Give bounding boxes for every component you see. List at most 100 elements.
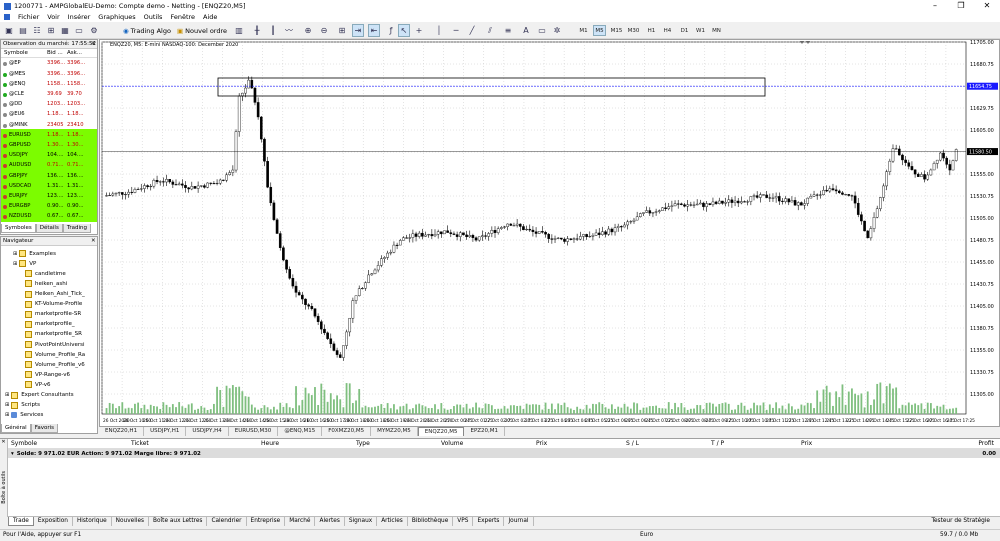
shapes-icon[interactable]: ✲ [551,24,563,37]
market-watch-row[interactable]: GBPUSD 1.30... 1.30... [1,139,97,151]
tab-trading[interactable]: Trading [62,224,92,233]
toolbox-tab[interactable]: Journal [504,517,534,526]
timeframe-h1[interactable]: H1 [645,25,658,36]
market-watch-row[interactable]: AUDUSD 0.71... 0.71... [1,160,97,171]
close-navigator-icon[interactable]: ✕ [91,238,96,244]
market-watch-row[interactable]: @EP 3396... 3396... [1,58,97,69]
expand-icon[interactable]: ⊞ [13,251,17,257]
toolbox-tab[interactable]: VPS [453,517,474,526]
menu-2[interactable]: Insérer [68,13,91,21]
tab-favorites[interactable]: Favoris [30,424,58,433]
new-order-button[interactable]: ▣ Nouvel ordre [174,24,230,37]
navigator-item[interactable]: candletime [25,269,66,278]
balance-expand-icon[interactable]: ▾ [11,451,14,457]
indicators-icon[interactable]: ƒ [385,24,397,37]
chart-canvas[interactable]: 11705.00 11680.75 11654.75 11629.75 11605.00… [100,40,999,426]
expand-icon[interactable]: ⊞ [5,402,9,408]
trade-col-3[interactable]: Type [353,440,438,447]
chart-tab[interactable]: @ENQ,M15 [278,427,323,436]
navigator-item[interactable]: Heiken_Ashi_Tick_ [25,289,85,298]
chart-shift-icon[interactable]: ⇤ [368,24,380,37]
navigator-item[interactable]: marketprofile_ [25,320,75,329]
navigator-item[interactable]: ⊞ VP [13,259,36,268]
timeframe-m15[interactable]: M15 [609,25,624,36]
market-watch-row[interactable]: @ENQ 1158... 1158... [1,78,97,90]
toolbox-tab[interactable]: Exposition [34,517,73,526]
chart-tab[interactable]: USDJPY,H1 [144,427,187,436]
maximize-button[interactable]: ❐ [948,0,974,12]
trade-col-5[interactable]: Prix [533,440,623,447]
chart-tab[interactable]: ENQZ20,M5 [417,427,465,436]
navigator-item[interactable]: ⊞ Examples [13,249,56,258]
market-watch-icon[interactable]: ☷ [31,24,43,37]
label-icon[interactable]: ▭ [536,24,548,37]
trade-col-2[interactable]: Heure [258,440,353,447]
market-watch-row[interactable]: EURGBP 0.90... 0.90... [1,200,97,212]
market-watch-row[interactable]: USDCAD 1.31... 1.31... [1,180,97,192]
crosshair-icon[interactable]: + [413,24,425,37]
timeframe-w1[interactable]: W1 [694,25,707,36]
tab-details[interactable]: Détails [35,224,63,233]
bar-chart-icon[interactable]: ╫ [251,24,263,37]
trade-col-9[interactable]: Profit [888,440,1000,447]
col-symbol[interactable]: Symbole [1,50,47,56]
navigator-item[interactable]: Volume_Profile_v6 [25,360,85,369]
profiles-icon[interactable]: ▤ [17,24,29,37]
toolbox-tab[interactable]: Historique [73,517,112,526]
trade-col-1[interactable]: Ticket [128,440,258,447]
autoscroll-icon[interactable]: ⇥ [352,24,364,37]
market-watch-row[interactable]: NZDUSD 0.67... 0.67... [1,211,97,222]
toolbox-tab[interactable]: Boîte aux Lettres [149,517,208,526]
expand-icon[interactable]: ⊞ [13,261,17,267]
cursor-icon[interactable]: ↖ [398,24,410,37]
toolbox-tab[interactable]: Calendrier [207,517,247,526]
toolbox-tab[interactable]: Entreprise [247,517,286,526]
data-window-icon[interactable]: ⊞ [45,24,57,37]
market-watch-row[interactable]: GBPJPY 136.... 136.... [1,170,97,181]
toolbox-tab[interactable]: Trade [8,517,34,526]
navigator-icon[interactable]: ▦ [59,24,71,37]
trade-col-0[interactable]: Symbole [8,440,128,447]
trading-algo-button[interactable]: ◉ Trading Algo [120,24,174,37]
market-watch-row[interactable]: @MINK 23405 23410 [1,119,97,130]
chart-tab[interactable]: F0XMZ20,M5 [322,427,372,436]
tester-icon[interactable]: ⚙ [88,24,100,37]
close-panel-icon[interactable]: ✕ [91,41,96,47]
market-watch-row[interactable]: @MES 3396... 3396... [1,68,97,79]
timeframe-d1[interactable]: D1 [678,25,691,36]
chart-tab[interactable]: EURUSD,M30 [229,427,279,436]
navigator-item[interactable]: ⊞ Expert Consultants [5,390,74,399]
text-icon[interactable]: A [520,24,532,37]
timeframe-h4[interactable]: H4 [661,25,674,36]
vline-icon[interactable]: │ [433,24,445,37]
tab-general[interactable]: Général [1,424,31,433]
chart-tab[interactable]: ENQZ20,H1 [99,427,145,436]
menu-3[interactable]: Graphiques [98,13,135,21]
timeframe-m30[interactable]: M30 [626,25,641,36]
navigator-item[interactable]: PivotPointUniversi [25,340,85,349]
trade-col-8[interactable]: Prix [798,440,888,447]
toolbox-side-tab[interactable]: ✕ Boîte à outils [0,439,8,517]
chart-tab[interactable]: USDJPY,H4 [186,427,229,436]
timeframe-m5[interactable]: M5 [593,25,606,36]
toolbox-tab[interactable]: Articles [377,517,408,526]
toolbox-close-icon[interactable]: ✕ [0,439,7,445]
trendline-icon[interactable]: ╱ [466,24,478,37]
navigator-item[interactable]: KT-Volume-Profile [25,300,82,309]
trade-col-4[interactable]: Volume [438,440,533,447]
minimize-button[interactable]: – [922,0,948,12]
expand-icon[interactable]: ⊞ [5,412,9,418]
menu-1[interactable]: Voir [47,13,59,21]
navigator-item[interactable]: heiken_ashi [25,279,67,288]
chart-window[interactable]: 11705.00 11680.75 11654.75 11629.75 11605.00… [99,39,1000,427]
toolbox-tab[interactable]: Experts [473,517,505,526]
strategy-tester-tab[interactable]: Testeur de Stratégie [931,518,990,524]
line-chart-icon[interactable]: 〰 [283,24,295,37]
expand-icon[interactable]: ⊞ [5,392,9,398]
col-bid[interactable]: Bid ... [47,50,67,56]
tab-symbols[interactable]: Symboles [1,224,36,233]
navigator-item[interactable]: ⊞ Services [5,411,43,420]
menu-5[interactable]: Fenêtre [170,13,195,21]
close-button[interactable]: ✕ [974,0,1000,12]
market-watch-row[interactable]: @EU6 1.18... 1.18... [1,109,97,120]
